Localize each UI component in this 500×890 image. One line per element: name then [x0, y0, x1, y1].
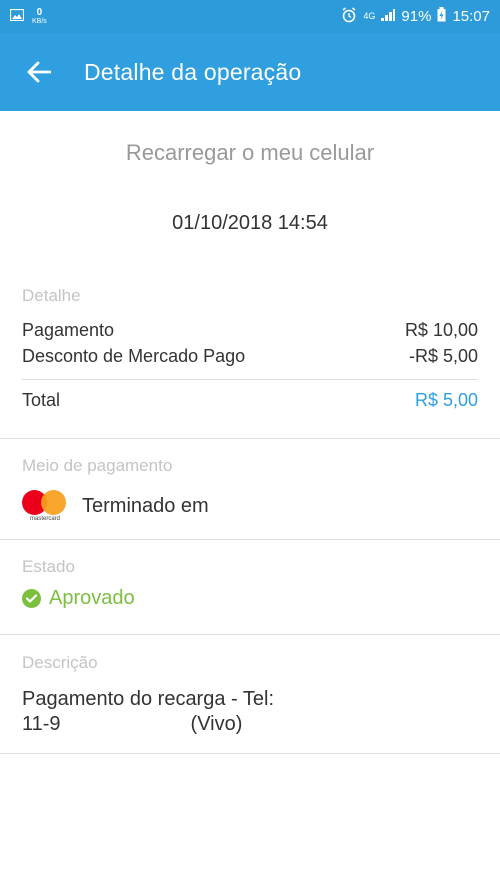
status-bar: 0 KB/s 4G 91% 15:07 [0, 0, 500, 33]
detail-row-label: Desconto de Mercado Pago [22, 346, 246, 366]
payment-method-row: mastercard Terminado em [22, 488, 478, 524]
mastercard-logo: mastercard [22, 488, 68, 524]
phone-prefix: 11-9 [22, 713, 61, 735]
state-value: Aprovado [49, 587, 135, 609]
section-divider [0, 539, 500, 540]
payment-method-label: Meio de pagamento [22, 456, 173, 475]
section-divider [0, 753, 500, 754]
battery-charging-icon [437, 7, 446, 26]
operation-datetime: 01/10/2018 14:54 [172, 212, 328, 234]
mastercard-yellow-circle [41, 490, 66, 515]
alarm-icon [341, 6, 357, 27]
check-circle-icon [22, 589, 41, 608]
battery-percentage: 91% [401, 8, 432, 25]
detail-row-value: R$ 10,00 [404, 320, 478, 340]
signal-icon [381, 8, 396, 25]
data-speed-indicator: 0 KB/s [32, 6, 47, 26]
state-row: Aprovado [22, 587, 478, 610]
detail-row-discount: Desconto de Mercado Pago -R$ 5,00 [22, 346, 478, 367]
state-label: Estado [22, 557, 75, 576]
detail-section-label: Detalhe [22, 286, 81, 305]
redacted-phone [60, 715, 191, 734]
detail-row-payment: Pagamento R$ 10,00 [22, 320, 478, 341]
total-label: Total [22, 390, 61, 410]
description-label: Descrição [22, 653, 98, 672]
carrier-name: (Vivo) [190, 713, 243, 735]
back-button[interactable] [14, 47, 64, 97]
state-section: Estado Aprovado [22, 557, 478, 610]
page-title: Detalhe da operação [84, 58, 302, 85]
operation-title: Recarregar o meu celular [125, 140, 375, 165]
data-speed-value: 0 [36, 6, 43, 18]
app-bar: Detalhe da operação [0, 33, 500, 111]
description-section: Descrição Pagamento do recarga - Tel: 11… [22, 653, 478, 737]
description-line-2: 11-9 (Vivo) [22, 712, 478, 737]
detail-divider [22, 379, 478, 380]
detail-row-total: Total R$ 5,00 [22, 390, 478, 411]
detail-section: Detalhe Pagamento R$ 10,00 Desconto de M… [22, 286, 478, 411]
image-notification-icon [9, 8, 25, 25]
section-divider [0, 634, 500, 635]
detail-row-label: Pagamento [22, 320, 115, 340]
status-left: 0 KB/s [9, 6, 47, 26]
status-right: 4G 91% 15:07 [341, 6, 490, 27]
clock-time: 15:07 [452, 8, 490, 25]
card-ending-text: Terminado em [82, 494, 209, 517]
payment-method-section: Meio de pagamento mastercard Terminado e… [22, 456, 478, 524]
detail-row-value: -R$ 5,00 [408, 346, 478, 366]
data-speed-unit: KB/s [32, 17, 47, 25]
description-line-1: Pagamento do recarga - Tel: [22, 688, 275, 710]
arrow-back-icon [27, 61, 51, 83]
network-type: 4G [363, 12, 375, 21]
mastercard-wordmark: mastercard [29, 516, 60, 522]
network-type-label: 4G [363, 11, 376, 21]
total-value: R$ 5,00 [414, 390, 478, 410]
section-divider [0, 438, 500, 439]
